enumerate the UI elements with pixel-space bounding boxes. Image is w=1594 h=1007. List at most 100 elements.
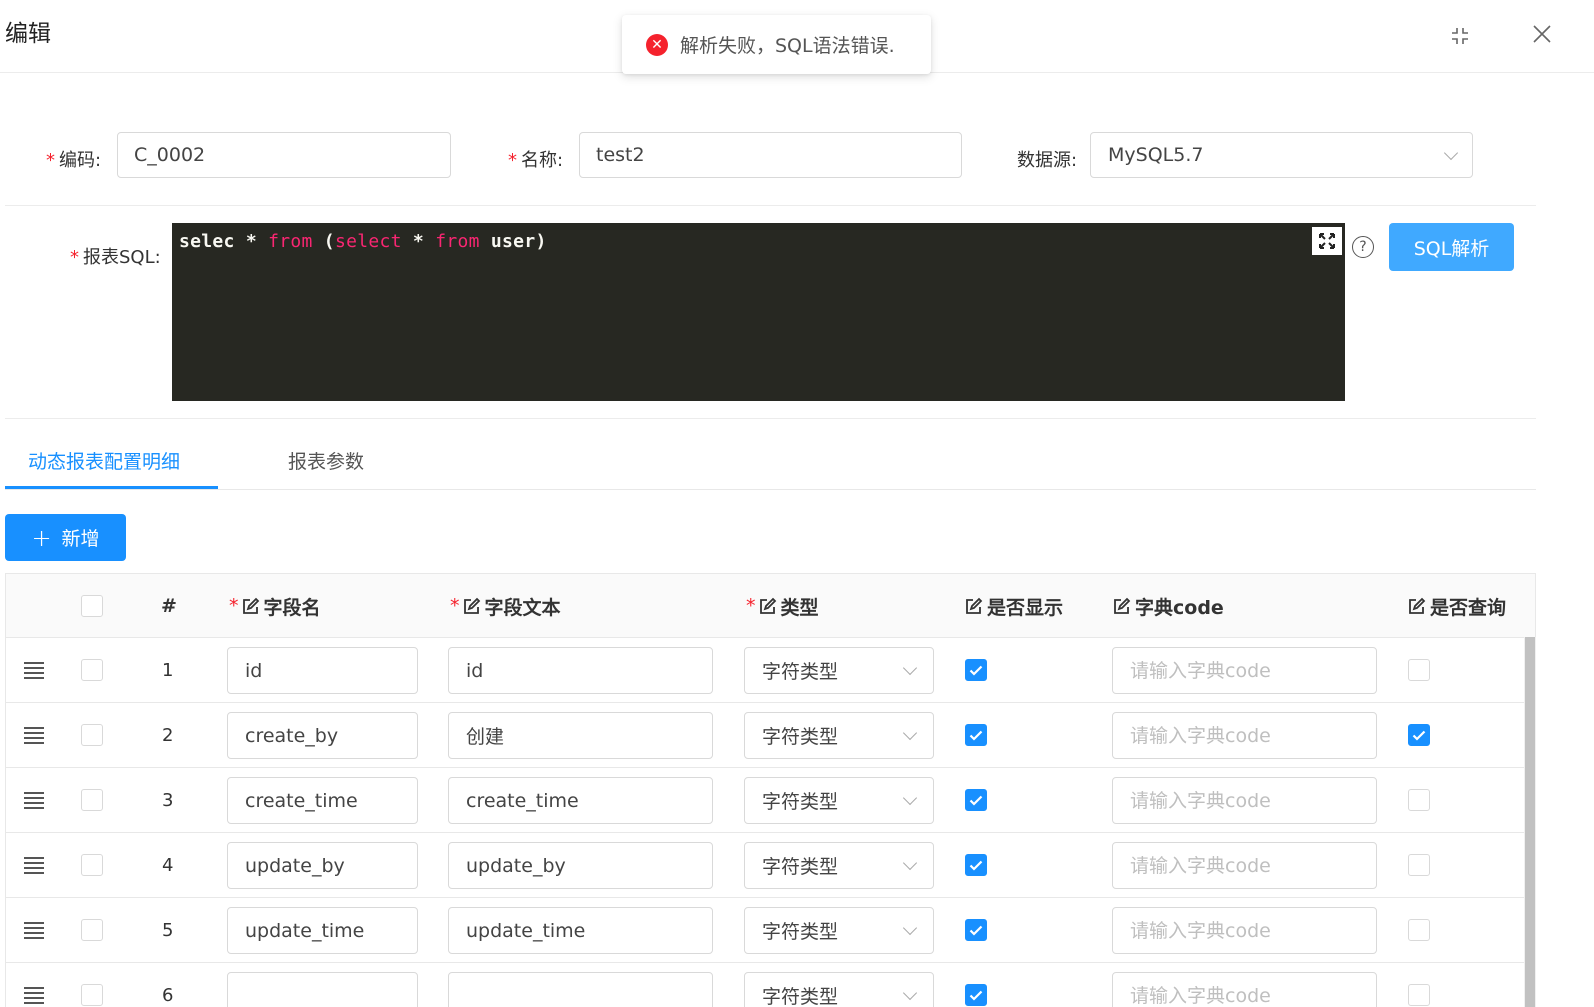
field-name-input[interactable] [227, 972, 418, 1007]
drag-handle-icon[interactable] [24, 726, 44, 744]
is-show-checkbox[interactable] [965, 659, 987, 681]
chevron-down-icon [902, 790, 918, 806]
field-name-input[interactable] [227, 777, 418, 824]
table-header: # * 字段名 * 字段文本 * 类型 是否显示 字典code 是否查询 [6, 574, 1535, 638]
field-text-input[interactable] [448, 777, 713, 824]
modal-title: 编辑 [5, 21, 51, 47]
table-scrollbar-thumb[interactable] [1525, 637, 1535, 1007]
is-show-checkbox[interactable] [965, 724, 987, 746]
error-toast: ✕ 解析失败，SQL语法错误. [622, 15, 931, 74]
row-select-checkbox[interactable] [81, 789, 103, 811]
exit-fullscreen-icon[interactable] [1442, 18, 1478, 54]
type-select-value: 字符类型 [762, 726, 839, 748]
table-row: 2 字符类型 [6, 703, 1535, 768]
table-row: 5 字符类型 [6, 898, 1535, 963]
drag-handle-icon[interactable] [24, 856, 44, 874]
row-index: 2 [162, 724, 174, 746]
type-select[interactable]: 字符类型 [744, 777, 934, 824]
tabs-divider [5, 489, 1536, 490]
header-type: * 类型 [746, 595, 819, 619]
close-icon[interactable] [1524, 16, 1560, 52]
field-name-input[interactable] [227, 712, 418, 759]
dict-code-input[interactable] [1112, 712, 1377, 759]
table-row: 3 字符类型 [6, 768, 1535, 833]
row-index: 6 [162, 984, 174, 1006]
datasource-value: MySQL5.7 [1108, 144, 1204, 166]
is-query-checkbox[interactable] [1408, 724, 1430, 746]
tab-config-detail[interactable]: 动态报表配置明细 [28, 447, 180, 474]
field-name-input[interactable] [227, 842, 418, 889]
is-query-checkbox[interactable] [1408, 854, 1430, 876]
sql-code[interactable]: selec * from (select * from user) [179, 231, 1338, 252]
dict-code-input[interactable] [1112, 907, 1377, 954]
header-is-show: 是否显示 [964, 574, 1063, 638]
tab-report-params[interactable]: 报表参数 [288, 447, 364, 474]
row-select-checkbox[interactable] [81, 984, 103, 1006]
is-query-checkbox[interactable] [1408, 789, 1430, 811]
chevron-down-icon [902, 920, 918, 936]
is-show-checkbox[interactable] [965, 789, 987, 811]
type-select-value: 字符类型 [762, 661, 839, 683]
field-text-input[interactable] [448, 907, 713, 954]
field-name-input[interactable] [227, 647, 418, 694]
code-input[interactable] [117, 132, 451, 178]
is-show-checkbox[interactable] [965, 854, 987, 876]
drag-handle-icon[interactable] [24, 986, 44, 1004]
field-name-input[interactable] [227, 907, 418, 954]
drag-handle-icon[interactable] [24, 791, 44, 809]
dict-code-input[interactable] [1112, 777, 1377, 824]
header-is-query: 是否查询 [1407, 574, 1506, 638]
select-all-checkbox[interactable] [81, 595, 103, 617]
field-text-input[interactable] [448, 712, 713, 759]
add-button[interactable]: + 新增 [5, 514, 126, 561]
toast-message: 解析失败，SQL语法错误. [680, 35, 895, 57]
type-select-value: 字符类型 [762, 986, 839, 1007]
is-show-checkbox[interactable] [965, 919, 987, 941]
table-row: 6 字符类型 [6, 963, 1535, 1007]
dict-code-input[interactable] [1112, 972, 1377, 1007]
chevron-down-icon [902, 855, 918, 871]
row-select-checkbox[interactable] [81, 659, 103, 681]
plus-icon: + [31, 523, 52, 552]
sql-parse-button[interactable]: SQL解析 [1389, 223, 1514, 271]
type-select[interactable]: 字符类型 [744, 647, 934, 694]
config-table: # * 字段名 * 字段文本 * 类型 是否显示 字典code 是否查询 1字 [5, 573, 1536, 1007]
error-icon: ✕ [646, 33, 668, 56]
is-query-checkbox[interactable] [1408, 919, 1430, 941]
header-dict-code: 字典code [1112, 574, 1224, 638]
field-text-input[interactable] [448, 842, 713, 889]
datasource-select[interactable]: MySQL5.7 [1090, 132, 1473, 178]
type-select-value: 字符类型 [762, 856, 839, 878]
field-text-input[interactable] [448, 647, 713, 694]
editor-fullscreen-icon[interactable] [1312, 227, 1342, 255]
dict-code-input[interactable] [1112, 842, 1377, 889]
dict-code-input[interactable] [1112, 647, 1377, 694]
type-select[interactable]: 字符类型 [744, 842, 934, 889]
type-select[interactable]: 字符类型 [744, 907, 934, 954]
type-select[interactable]: 字符类型 [744, 972, 934, 1007]
drag-handle-icon[interactable] [24, 661, 44, 679]
is-show-checkbox[interactable] [965, 984, 987, 1006]
edit-icon [758, 597, 777, 616]
name-input[interactable] [579, 132, 962, 178]
sql-label: * 报表SQL: [70, 247, 161, 268]
type-select[interactable]: 字符类型 [744, 712, 934, 759]
help-icon[interactable]: ? [1352, 236, 1374, 258]
row-index: 3 [162, 789, 174, 811]
is-query-checkbox[interactable] [1408, 984, 1430, 1006]
row-select-checkbox[interactable] [81, 724, 103, 746]
drag-handle-icon[interactable] [24, 921, 44, 939]
row-select-checkbox[interactable] [81, 919, 103, 941]
sql-editor[interactable]: selec * from (select * from user) [172, 223, 1345, 401]
header-field-text: * 字段文本 [450, 595, 561, 619]
is-query-checkbox[interactable] [1408, 659, 1430, 681]
field-text-input[interactable] [448, 972, 713, 1007]
edit-icon [241, 597, 260, 616]
table-row: 4 字符类型 [6, 833, 1535, 898]
header-field-name: * 字段名 [229, 595, 321, 619]
chevron-down-icon [1443, 145, 1459, 160]
chevron-down-icon [902, 725, 918, 741]
sql-text: user) [479, 231, 547, 252]
chevron-down-icon [902, 660, 918, 676]
row-select-checkbox[interactable] [81, 854, 103, 876]
